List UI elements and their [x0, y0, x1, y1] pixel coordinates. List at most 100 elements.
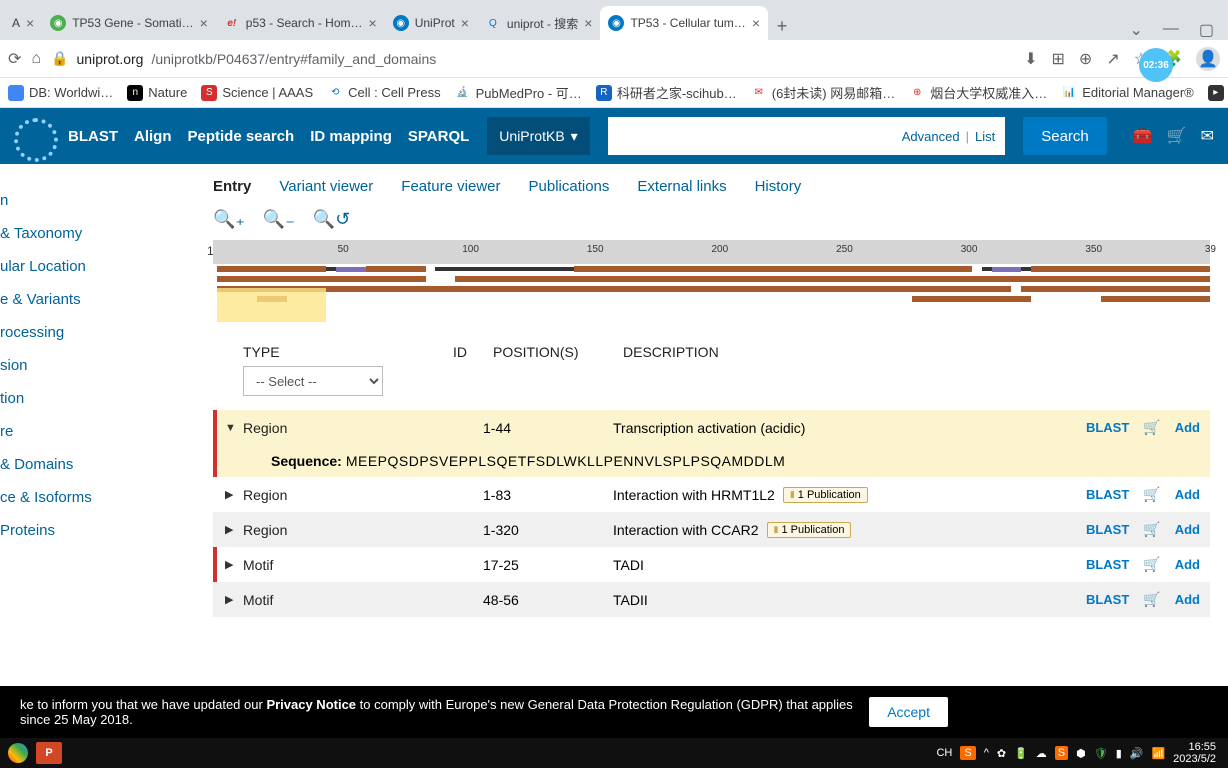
close-icon[interactable]: ×	[200, 15, 208, 31]
reload-icon[interactable]: ⟳	[8, 49, 21, 69]
type-filter-select[interactable]: -- Select --	[243, 366, 383, 396]
maximize-icon[interactable]: ▢	[1199, 20, 1214, 40]
close-icon[interactable]: ×	[752, 15, 760, 31]
bookmark-item[interactable]: 🔬PubMedPro - 可…	[455, 83, 582, 102]
chevron-down-icon[interactable]: ⌄	[1129, 20, 1142, 40]
bookmark-item[interactable]: ▸PubM	[1208, 85, 1228, 101]
table-row[interactable]: ▶ Motif 17-25 TADI BLAST 🛒 Add	[213, 547, 1210, 582]
zoom-icon[interactable]: ⊕	[1079, 49, 1092, 69]
list-link[interactable]: List	[975, 129, 995, 144]
add-link[interactable]: Add	[1175, 487, 1200, 502]
basket-icon[interactable]: 🛒	[1143, 486, 1160, 503]
advanced-link[interactable]: Advanced	[902, 129, 960, 144]
basket-icon[interactable]: 🛒	[1143, 419, 1160, 436]
tab-publications[interactable]: Publications	[529, 178, 610, 195]
blast-link[interactable]: BLAST	[1086, 557, 1129, 572]
browser-tab[interactable]: e! p53 - Search - Hom… ×	[216, 6, 385, 40]
collapse-icon[interactable]: ▼	[225, 422, 243, 434]
add-link[interactable]: Add	[1175, 420, 1200, 435]
tray-icon[interactable]: ⬢	[1076, 747, 1086, 760]
powerpoint-app-icon[interactable]: P	[36, 742, 62, 764]
browser-tab[interactable]: ◉ UniProt ×	[385, 6, 477, 40]
feature-visualization[interactable]	[217, 266, 1210, 326]
sidebar-item[interactable]: & Domains	[0, 448, 195, 481]
tray-icon[interactable]: ✿	[997, 747, 1006, 760]
basket-icon[interactable]: 🛒	[1143, 556, 1160, 573]
sidebar-item[interactable]: ular Location	[0, 250, 195, 283]
close-icon[interactable]: ×	[369, 15, 377, 31]
bookmark-item[interactable]: ⊕烟台大学权威准入…	[909, 83, 1047, 102]
expand-icon[interactable]: ▶	[225, 488, 243, 501]
bookmark-item[interactable]: DB: Worldwi…	[8, 85, 113, 101]
sidebar-item[interactable]: & Taxonomy	[0, 217, 195, 250]
accept-button[interactable]: Accept	[869, 697, 948, 727]
table-row[interactable]: ▶ Region 1-320 Interaction with CCAR2 1 …	[213, 512, 1210, 547]
bookmark-item[interactable]: ✉(6封未读) 网易邮箱…	[751, 83, 896, 102]
bookmark-item[interactable]: ⟲Cell : Cell Press	[327, 85, 440, 101]
sequence-ruler[interactable]: 1 50 100 150 200 250 300 350 39	[213, 240, 1210, 264]
zoom-reset-icon[interactable]: 🔍↺	[313, 209, 351, 230]
search-input[interactable]	[608, 117, 892, 155]
chrome-app-icon[interactable]	[8, 743, 28, 763]
nav-idmapping[interactable]: ID mapping	[310, 128, 392, 145]
add-link[interactable]: Add	[1175, 592, 1200, 607]
expand-icon[interactable]: ▶	[225, 558, 243, 571]
ime-indicator[interactable]: CH	[936, 747, 952, 759]
wifi-icon[interactable]: 📶	[1151, 747, 1165, 760]
basket-icon[interactable]: 🛒	[1167, 126, 1187, 146]
tray-icon[interactable]: S	[1055, 746, 1068, 760]
table-row[interactable]: ▶ Motif 48-56 TADII BLAST 🛒 Add	[213, 582, 1210, 617]
tab-external-links[interactable]: External links	[637, 178, 726, 195]
tab-variant-viewer[interactable]: Variant viewer	[279, 178, 373, 195]
nav-sparql[interactable]: SPARQL	[408, 128, 469, 145]
tray-icon[interactable]: ☁	[1036, 747, 1047, 760]
search-button[interactable]: Search	[1023, 117, 1107, 155]
blast-link[interactable]: BLAST	[1086, 522, 1129, 537]
nav-align[interactable]: Align	[134, 128, 172, 145]
browser-tab[interactable]: A ×	[4, 6, 42, 40]
volume-icon[interactable]: 🔊	[1130, 747, 1144, 760]
tray-icon[interactable]: 🔋	[1014, 747, 1028, 760]
sidebar-item[interactable]: rocessing	[0, 316, 195, 349]
sidebar-item[interactable]: e & Variants	[0, 283, 195, 316]
bookmark-item[interactable]: nNature	[127, 85, 187, 101]
close-icon[interactable]: ×	[584, 15, 592, 31]
close-icon[interactable]: ×	[26, 15, 34, 31]
nav-peptide[interactable]: Peptide search	[188, 128, 295, 145]
profile-icon[interactable]: 👤	[1196, 47, 1220, 71]
tray-icon[interactable]: ▮	[1116, 747, 1122, 760]
sidebar-item[interactable]: sion	[0, 349, 195, 382]
nav-blast[interactable]: BLAST	[68, 128, 118, 145]
tab-feature-viewer[interactable]: Feature viewer	[401, 178, 500, 195]
close-icon[interactable]: ×	[461, 15, 469, 31]
browser-tab[interactable]: Q uniprot - 搜索 ×	[477, 6, 601, 40]
uniprot-logo[interactable]	[14, 118, 50, 154]
add-link[interactable]: Add	[1175, 522, 1200, 537]
browser-tab[interactable]: ◉ TP53 Gene - Somati… ×	[42, 6, 216, 40]
sidebar-item[interactable]: re	[0, 415, 195, 448]
sidebar-item[interactable]: tion	[0, 382, 195, 415]
minimize-icon[interactable]: —	[1163, 20, 1179, 40]
zoom-out-icon[interactable]: 🔍₋	[263, 209, 295, 230]
sogou-icon[interactable]: S	[960, 746, 975, 760]
zoom-in-icon[interactable]: 🔍₊	[213, 209, 245, 230]
taskbar-clock[interactable]: 16:55 2023/5/2	[1173, 741, 1220, 765]
bookmark-item[interactable]: SScience | AAAS	[201, 85, 313, 101]
blast-link[interactable]: BLAST	[1086, 420, 1129, 435]
add-link[interactable]: Add	[1175, 557, 1200, 572]
contact-icon[interactable]: ✉	[1201, 126, 1214, 146]
tab-entry[interactable]: Entry	[213, 178, 251, 195]
share-icon[interactable]: ↗	[1106, 49, 1119, 69]
download-icon[interactable]: ⬇	[1024, 49, 1037, 69]
basket-icon[interactable]: 🛒	[1143, 521, 1160, 538]
expand-icon[interactable]: ▶	[225, 593, 243, 606]
new-tab-button[interactable]: +	[768, 12, 796, 40]
install-icon[interactable]: ⊞	[1052, 49, 1065, 69]
bookmark-item[interactable]: 📊Editorial Manager®	[1061, 85, 1193, 101]
bookmark-item[interactable]: R科研者之家-scihub…	[596, 83, 737, 102]
browser-tab-active[interactable]: ◉ TP53 - Cellular tum… ×	[600, 6, 768, 40]
home-icon[interactable]: ⌂	[31, 50, 41, 68]
sidebar-item[interactable]: Proteins	[0, 514, 195, 547]
url-field[interactable]: 🔒 uniprot.org/uniprotkb/P04637/entry#fam…	[51, 50, 1014, 67]
search-scope-dropdown[interactable]: UniProtKB ▾	[487, 117, 589, 155]
